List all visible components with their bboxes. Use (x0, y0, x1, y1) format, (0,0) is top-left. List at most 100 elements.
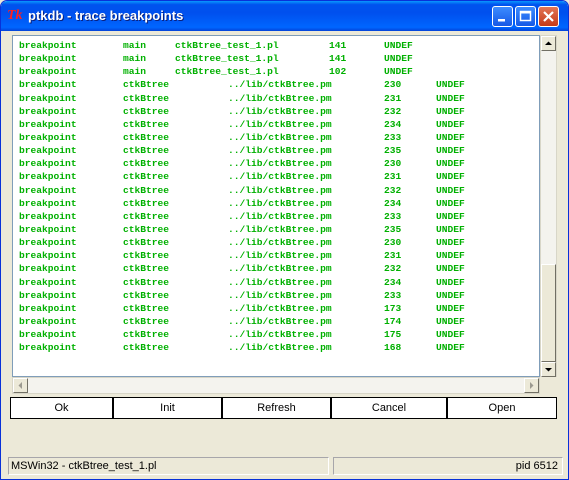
trace-output-text[interactable]: breakpoint main ctkBtree_test_1.pl 141 UNDEF… (12, 35, 540, 377)
line-number-cell: 232 (384, 263, 402, 275)
condition-cell: UNDEF (436, 145, 465, 157)
button-row: Ok Init Refresh Cancel Open (10, 397, 557, 421)
package-cell: ctkBtree (123, 210, 170, 222)
file-cell: ../lib/ctkBtree.pm (228, 315, 332, 327)
minimize-button[interactable] (492, 6, 513, 27)
package-cell: ctkBtree (123, 302, 170, 314)
file-cell: ../lib/ctkBtree.pm (228, 171, 332, 183)
condition-cell: UNDEF (436, 276, 465, 288)
type-cell: breakpoint (19, 302, 77, 314)
scroll-up-button[interactable] (541, 36, 556, 51)
type-cell: breakpoint (19, 145, 77, 157)
init-button[interactable]: Init (113, 397, 222, 419)
package-cell: main (123, 53, 147, 65)
line-number-cell: 235 (384, 223, 402, 235)
line-number-cell: 141 (329, 53, 347, 65)
type-cell: breakpoint (19, 118, 77, 130)
open-button[interactable]: Open (447, 397, 557, 419)
close-button[interactable] (538, 6, 559, 27)
type-cell: breakpoint (19, 329, 77, 341)
file-cell: ../lib/ctkBtree.pm (228, 250, 332, 262)
type-cell: breakpoint (19, 105, 77, 117)
file-cell: ../lib/ctkBtree.pm (228, 289, 332, 301)
condition-cell: UNDEF (436, 250, 465, 262)
package-cell: ctkBtree (123, 329, 170, 341)
line-number-cell: 230 (384, 237, 402, 249)
type-cell: breakpoint (19, 250, 77, 262)
line-number-cell: 175 (384, 329, 402, 341)
condition-cell: UNDEF (436, 131, 465, 143)
package-cell: ctkBtree (123, 184, 170, 196)
refresh-button[interactable]: Refresh (222, 397, 331, 419)
file-cell: ../lib/ctkBtree.pm (228, 197, 332, 209)
line-number-cell: 231 (384, 171, 402, 183)
ok-button[interactable]: Ok (10, 397, 113, 419)
condition-cell: UNDEF (436, 118, 465, 130)
maximize-icon (519, 10, 532, 22)
arrow-down-icon (545, 368, 552, 372)
package-cell: ctkBtree (123, 92, 170, 104)
line-number-cell: 231 (384, 250, 402, 262)
minimize-icon (498, 19, 505, 22)
condition-cell: UNDEF (384, 66, 413, 78)
file-cell: ../lib/ctkBtree.pm (228, 329, 332, 341)
scroll-right-button[interactable] (524, 378, 539, 393)
package-cell: ctkBtree (123, 263, 170, 275)
condition-cell: UNDEF (436, 315, 465, 327)
condition-cell: UNDEF (436, 184, 465, 196)
arrow-up-icon (545, 41, 552, 45)
condition-cell: UNDEF (384, 40, 413, 51)
type-cell: breakpoint (19, 131, 77, 143)
condition-cell: UNDEF (436, 210, 465, 222)
cancel-button[interactable]: Cancel (331, 397, 447, 419)
horizontal-scrollbar[interactable] (12, 377, 540, 394)
file-cell: ctkBtree_test_1.pl (175, 40, 279, 51)
line-number-cell: 234 (384, 118, 402, 130)
line-number-cell: 173 (384, 302, 402, 314)
file-cell: ../lib/ctkBtree.pm (228, 184, 332, 196)
file-cell: ../lib/ctkBtree.pm (228, 276, 332, 288)
condition-cell: UNDEF (436, 289, 465, 301)
line-number-cell: 231 (384, 92, 402, 104)
file-cell: ../lib/ctkBtree.pm (228, 158, 332, 170)
scroll-corner (540, 377, 557, 394)
tk-icon: Tk (7, 8, 23, 23)
file-cell: ../lib/ctkBtree.pm (228, 92, 332, 104)
package-cell: main (123, 66, 147, 78)
file-cell: ../lib/ctkBtree.pm (228, 342, 332, 354)
package-cell: ctkBtree (123, 79, 170, 91)
scroll-down-button[interactable] (541, 362, 556, 377)
condition-cell: UNDEF (436, 302, 465, 314)
vertical-scrollbar[interactable] (540, 35, 557, 394)
file-cell: ../lib/ctkBtree.pm (228, 223, 332, 235)
package-cell: ctkBtree (123, 158, 170, 170)
type-cell: breakpoint (19, 237, 77, 249)
package-cell: ctkBtree (123, 289, 170, 301)
status-platform-file: MSWin32 - ctkBtree_test_1.pl (8, 457, 329, 475)
line-number-cell: 234 (384, 197, 402, 209)
package-cell: ctkBtree (123, 197, 170, 209)
package-cell: ctkBtree (123, 118, 170, 130)
type-cell: breakpoint (19, 66, 77, 78)
condition-cell: UNDEF (436, 329, 465, 341)
status-pid: pid 6512 (333, 457, 563, 475)
maximize-button[interactable] (515, 6, 536, 27)
type-cell: breakpoint (19, 276, 77, 288)
type-cell: breakpoint (19, 210, 77, 222)
file-cell: ../lib/ctkBtree.pm (228, 210, 332, 222)
scroll-left-button[interactable] (13, 378, 28, 393)
type-cell: breakpoint (19, 184, 77, 196)
file-cell: ../lib/ctkBtree.pm (228, 131, 332, 143)
title-bar[interactable]: Tk ptkdb - trace breakpoints (1, 1, 568, 31)
window-title: ptkdb - trace breakpoints (28, 8, 184, 23)
condition-cell: UNDEF (436, 105, 465, 117)
line-number-cell: 174 (384, 315, 402, 327)
type-cell: breakpoint (19, 171, 77, 183)
package-cell: ctkBtree (123, 276, 170, 288)
file-cell: ../lib/ctkBtree.pm (228, 79, 332, 91)
file-cell: ../lib/ctkBtree.pm (228, 118, 332, 130)
line-number-cell: 102 (329, 66, 347, 78)
vertical-scroll-thumb[interactable] (541, 264, 556, 362)
package-cell: ctkBtree (123, 223, 170, 235)
type-cell: breakpoint (19, 315, 77, 327)
